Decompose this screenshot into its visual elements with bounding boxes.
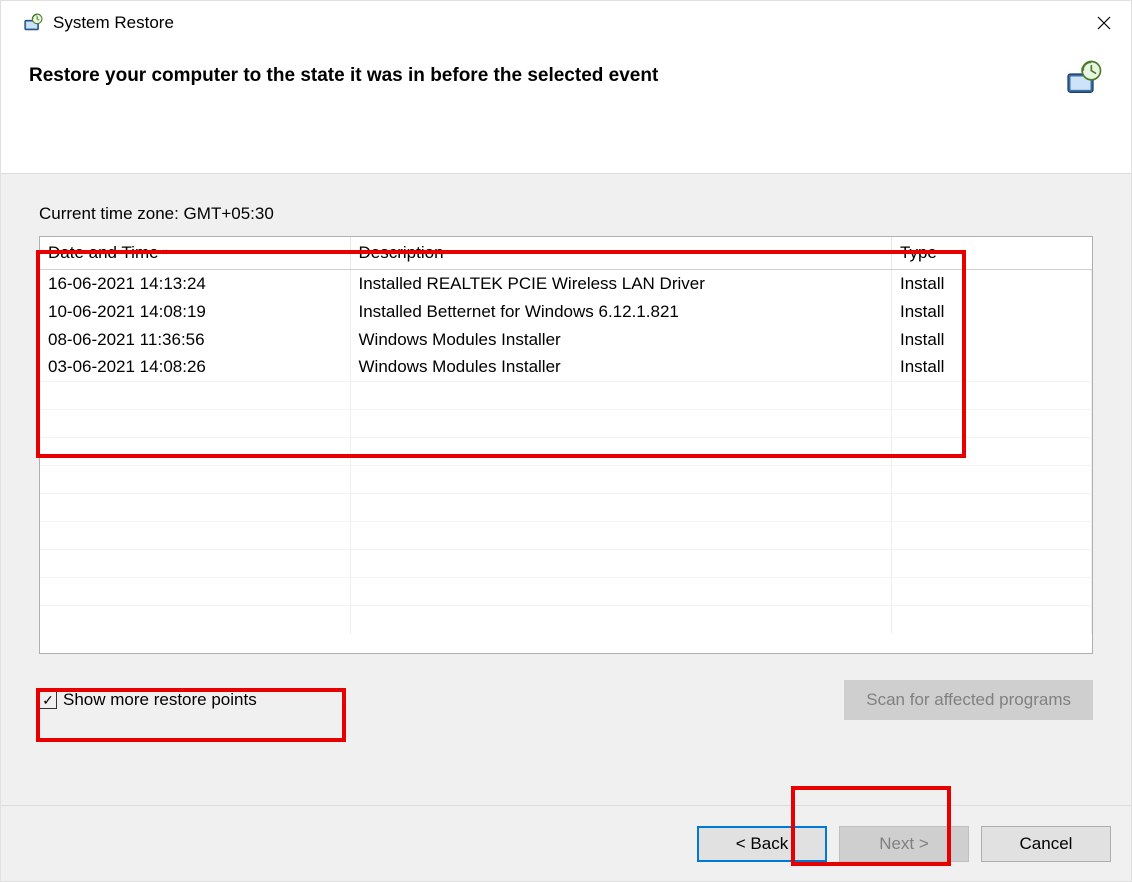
content-pane: Current time zone: GMT+05:30 Date and Ti… — [1, 173, 1131, 805]
col-type[interactable]: Type — [892, 237, 1092, 270]
col-description-label: Description — [359, 243, 444, 262]
checkbox-icon: ✓ — [39, 691, 57, 709]
cell-type: Install — [892, 354, 1092, 382]
col-type-label: Type — [900, 243, 937, 262]
scan-affected-button[interactable]: Scan for affected programs — [844, 680, 1093, 720]
table-row-empty — [40, 466, 1092, 494]
table-row-empty — [40, 550, 1092, 578]
table-row[interactable]: 03-06-2021 14:08:26Windows Modules Insta… — [40, 354, 1092, 382]
window-title: System Restore — [53, 13, 1081, 33]
table-row-empty — [40, 606, 1092, 634]
table-row-empty — [40, 410, 1092, 438]
cell-type: Install — [892, 270, 1092, 298]
cancel-button[interactable]: Cancel — [981, 826, 1111, 862]
col-date[interactable]: Date and Time⌄ — [40, 237, 350, 270]
cell-type: Install — [892, 326, 1092, 354]
col-description[interactable]: Description — [350, 237, 892, 270]
cell-date: 03-06-2021 14:08:26 — [40, 354, 350, 382]
cell-description: Installed Betternet for Windows 6.12.1.8… — [350, 298, 892, 326]
table-row[interactable]: 16-06-2021 14:13:24Installed REALTEK PCI… — [40, 270, 1092, 298]
restore-points-table[interactable]: Date and Time⌄ Description Type 16-06-20… — [39, 236, 1093, 654]
table-row[interactable]: 10-06-2021 14:08:19Installed Betternet f… — [40, 298, 1092, 326]
next-button[interactable]: Next > — [839, 826, 969, 862]
table-row-empty — [40, 494, 1092, 522]
show-more-checkbox[interactable]: ✓ Show more restore points — [39, 690, 257, 710]
sort-indicator-icon: ⌄ — [161, 244, 169, 255]
timezone-label: Current time zone: GMT+05:30 — [39, 204, 1093, 224]
system-restore-window: System Restore Restore your computer to … — [0, 0, 1132, 882]
close-button[interactable] — [1081, 7, 1127, 39]
below-table-row: ✓ Show more restore points Scan for affe… — [39, 680, 1093, 720]
header-instruction: Restore your computer to the state it wa… — [29, 65, 1051, 87]
table-row-empty — [40, 438, 1092, 466]
show-more-label: Show more restore points — [63, 690, 257, 710]
cell-type: Install — [892, 298, 1092, 326]
cell-description: Windows Modules Installer — [350, 354, 892, 382]
table-header-row: Date and Time⌄ Description Type — [40, 237, 1092, 270]
cell-date: 10-06-2021 14:08:19 — [40, 298, 350, 326]
system-restore-large-icon — [1063, 59, 1103, 99]
table-row-empty — [40, 522, 1092, 550]
header-area: Restore your computer to the state it wa… — [1, 45, 1131, 173]
system-restore-icon — [21, 11, 45, 35]
cell-date: 08-06-2021 11:36:56 — [40, 326, 350, 354]
titlebar: System Restore — [1, 1, 1131, 45]
cell-description: Installed REALTEK PCIE Wireless LAN Driv… — [350, 270, 892, 298]
table-row-empty — [40, 578, 1092, 606]
cell-date: 16-06-2021 14:13:24 — [40, 270, 350, 298]
back-button[interactable]: < Back — [697, 826, 827, 862]
wizard-footer: < Back Next > Cancel — [1, 805, 1131, 881]
cell-description: Windows Modules Installer — [350, 326, 892, 354]
table-row-empty — [40, 382, 1092, 410]
table-row[interactable]: 08-06-2021 11:36:56Windows Modules Insta… — [40, 326, 1092, 354]
col-date-label: Date and Time — [48, 243, 159, 262]
